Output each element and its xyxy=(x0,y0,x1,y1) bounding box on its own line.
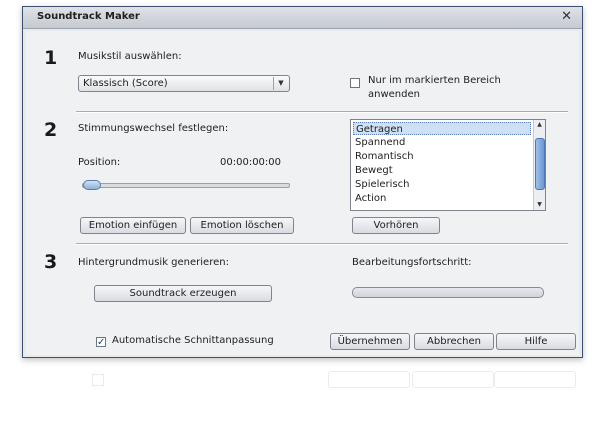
emotion-list-item[interactable]: Getragen xyxy=(353,122,531,135)
only-marked-label-line2: anwenden xyxy=(368,89,420,100)
progress-bar xyxy=(352,287,544,298)
mood-change-label: Stimmungswechsel festlegen: xyxy=(78,123,229,134)
emotion-list-scrollbar[interactable]: ▲ ▼ xyxy=(533,120,545,210)
emotion-list-item[interactable]: Bewegt xyxy=(353,164,533,177)
reflection-cancel-button xyxy=(412,371,494,388)
music-style-value: Klassisch (Score) xyxy=(83,78,168,89)
close-icon[interactable]: ✕ xyxy=(561,9,572,24)
auto-cut-checkbox[interactable]: ✓ xyxy=(96,337,106,348)
cancel-button[interactable]: Abbrechen xyxy=(414,333,494,350)
separator-1 xyxy=(76,111,568,113)
dialog-body: 1 Musikstil auswählen: Klassisch (Score)… xyxy=(26,31,579,355)
step-number-1: 1 xyxy=(44,47,58,69)
apply-button[interactable]: Übernehmen xyxy=(330,333,410,350)
emotion-list[interactable]: Getragen Spannend Romantisch Bewegt Spieleri… xyxy=(350,119,546,211)
generate-music-label: Hintergrundmusik generieren: xyxy=(78,257,229,268)
progress-label: Bearbeitungsfortschritt: xyxy=(352,257,472,268)
scroll-down-icon[interactable]: ▼ xyxy=(534,200,545,210)
generate-soundtrack-button[interactable]: Soundtrack erzeugen xyxy=(94,285,272,302)
music-style-select[interactable]: Klassisch (Score) ▼ xyxy=(78,75,290,92)
step-number-2: 2 xyxy=(44,119,58,141)
emotion-list-item[interactable]: Spannend xyxy=(353,136,533,149)
only-marked-checkbox[interactable] xyxy=(350,78,360,88)
scrollbar-thumb[interactable] xyxy=(535,138,545,190)
window-title: Soundtrack Maker xyxy=(37,11,140,22)
title-bar[interactable]: Soundtrack Maker ✕ xyxy=(23,7,582,29)
only-marked-label: Nur im markierten Bereich xyxy=(368,75,501,86)
scroll-up-icon[interactable]: ▲ xyxy=(534,120,545,130)
position-time: 00:00:00:00 xyxy=(220,157,282,168)
reflection-checkbox xyxy=(92,374,104,386)
chevron-down-icon[interactable]: ▼ xyxy=(273,77,288,90)
position-slider-thumb[interactable] xyxy=(83,180,102,190)
position-slider-track[interactable] xyxy=(82,183,290,188)
step-number-3: 3 xyxy=(44,251,58,273)
emotion-list-item[interactable]: Action xyxy=(353,192,533,205)
separator-2 xyxy=(76,243,568,245)
soundtrack-maker-dialog: Soundtrack Maker ✕ 1 Musikstil auswählen… xyxy=(22,6,583,358)
position-label: Position: xyxy=(78,157,121,168)
reflection-apply-button xyxy=(328,371,410,388)
insert-emotion-button[interactable]: Emotion einfügen xyxy=(80,217,186,234)
preview-button[interactable]: Vorhören xyxy=(352,217,440,234)
delete-emotion-button[interactable]: Emotion löschen xyxy=(190,217,294,234)
music-style-label: Musikstil auswählen: xyxy=(78,51,182,62)
emotion-list-item[interactable]: Spielerisch xyxy=(353,178,533,191)
dialog-reflection xyxy=(22,360,583,400)
emotion-list-item[interactable]: Romantisch xyxy=(353,150,533,163)
help-button[interactable]: Hilfe xyxy=(496,333,576,350)
reflection-help-button xyxy=(494,371,576,388)
auto-cut-label: Automatische Schnittanpassung xyxy=(112,335,274,346)
